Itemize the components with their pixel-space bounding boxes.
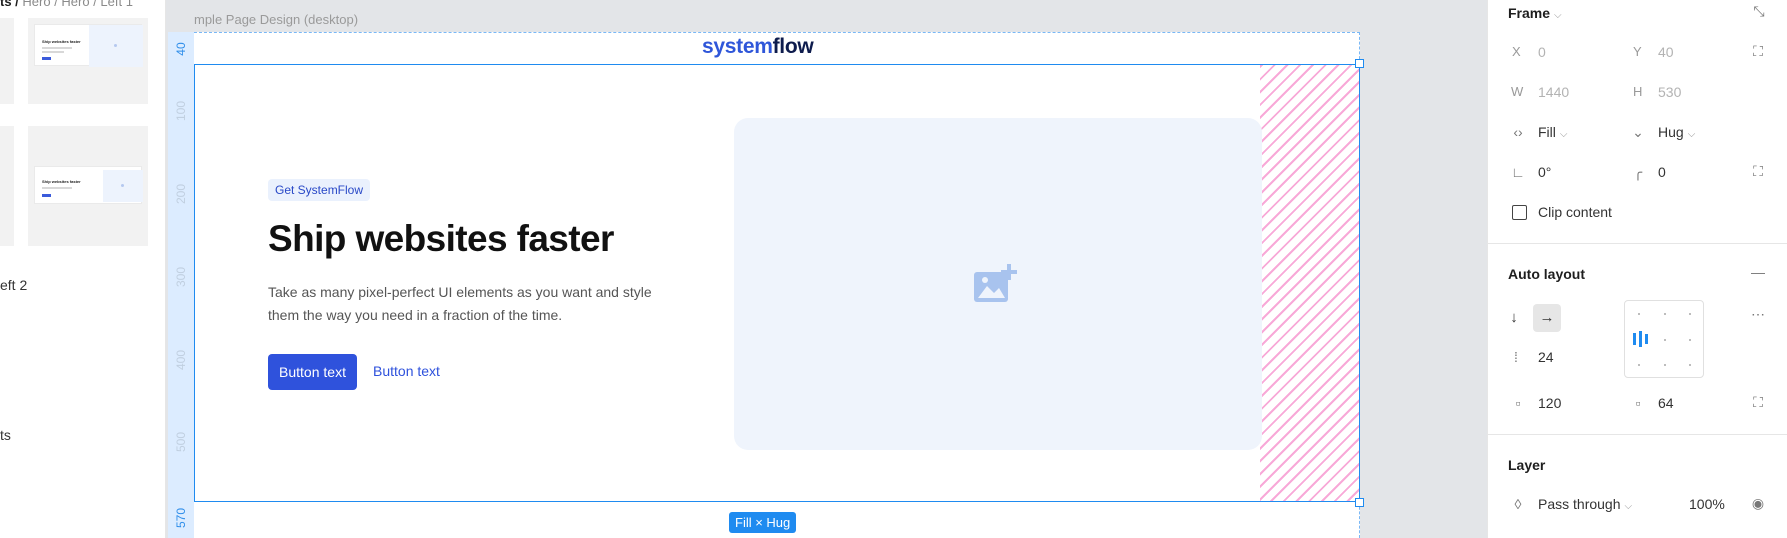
chevron-down-icon: ⌵ bbox=[1554, 10, 1562, 21]
corner-radius-input[interactable]: 0 bbox=[1658, 164, 1666, 180]
absolute-position-icon[interactable]: ⛶ bbox=[1750, 43, 1766, 60]
asset-item-label[interactable]: eft 2 bbox=[0, 277, 27, 293]
y-input[interactable]: 40 bbox=[1658, 44, 1674, 60]
asset-item-label[interactable]: ts bbox=[0, 427, 11, 443]
height-resize-icon: ⌄ bbox=[1632, 124, 1644, 140]
height-mode-dropdown[interactable]: Hug ⌵ bbox=[1658, 124, 1695, 140]
y-label: Y bbox=[1633, 44, 1642, 59]
blend-mode-icon: ◊ bbox=[1514, 496, 1522, 512]
corner-radius-icon: ╭ bbox=[1633, 164, 1643, 180]
w-label: W bbox=[1511, 84, 1524, 99]
independent-corners-icon[interactable]: ⛶ bbox=[1750, 163, 1766, 180]
rotation-input[interactable]: 0° bbox=[1538, 164, 1551, 180]
image-placeholder[interactable] bbox=[734, 118, 1262, 450]
breadcrumb-current[interactable]: ts / bbox=[0, 0, 19, 9]
thumbnail-line bbox=[42, 51, 64, 53]
ruler-tick: 500 bbox=[174, 431, 188, 452]
primary-button[interactable]: Button text bbox=[268, 354, 357, 390]
horizontal-padding-input[interactable]: 120 bbox=[1538, 395, 1561, 411]
thumbnail-line bbox=[42, 47, 72, 49]
vertical-padding-input[interactable]: 64 bbox=[1658, 395, 1674, 411]
properties-panel: Frame ⌵ ⤡ X 0 Y 40 ⛶ W 1440 H 530 ‹› Fill… bbox=[1487, 0, 1787, 538]
thumbnail-image bbox=[103, 170, 143, 202]
ruler-tick: 300 bbox=[174, 266, 188, 287]
thumbnail-line bbox=[42, 187, 72, 189]
vertical-direction-button[interactable]: ↓ bbox=[1500, 304, 1528, 332]
component-thumbnail[interactable] bbox=[0, 18, 14, 104]
vertical-ruler: 40 100 200 300 400 500 570 bbox=[168, 32, 194, 538]
chevron-down-icon: ⌵ bbox=[1687, 129, 1696, 140]
logo-text-system: system bbox=[702, 35, 773, 58]
width-resize-icon: ‹› bbox=[1513, 124, 1523, 140]
gap-input[interactable]: 24 bbox=[1538, 349, 1554, 365]
thumbnail-image bbox=[89, 25, 143, 67]
logo-text-flow: flow bbox=[772, 35, 814, 58]
h-input[interactable]: 530 bbox=[1658, 84, 1681, 100]
frame-section: Frame ⌵ ⤡ X 0 Y 40 ⛶ W 1440 H 530 ‹› Fill… bbox=[1488, 0, 1787, 244]
layer-section: Layer ◊ Pass through ⌵ 100% ◉ bbox=[1488, 435, 1787, 538]
component-thumbnail[interactable] bbox=[0, 126, 14, 246]
size-tag: Fill × Hug bbox=[729, 512, 797, 533]
thumbnail-title: Ship websites faster bbox=[42, 179, 81, 184]
eye-icon[interactable]: ◉ bbox=[1750, 495, 1766, 512]
ruler-tick: 400 bbox=[174, 349, 188, 370]
frame-name-label[interactable]: mple Page Design (desktop) bbox=[194, 12, 358, 27]
assets-panel: ts / Hero / Hero / Left 1 Ship websites … bbox=[0, 0, 166, 538]
hero-badge[interactable]: Get SystemFlow bbox=[268, 179, 371, 201]
breadcrumb: ts / Hero / Hero / Left 1 bbox=[0, 0, 133, 9]
clip-content-label: Clip content bbox=[1538, 204, 1612, 220]
component-thumbnail-hero-left-1[interactable]: Ship websites faster bbox=[28, 18, 148, 104]
chevron-down-icon: ⌵ bbox=[1624, 501, 1633, 512]
alignment-grid[interactable] bbox=[1624, 300, 1704, 378]
alignment-indicator bbox=[1633, 331, 1650, 347]
x-label: X bbox=[1512, 44, 1521, 59]
h-label: H bbox=[1633, 84, 1643, 99]
clip-content-checkbox[interactable] bbox=[1512, 205, 1527, 220]
ruler-tick: 200 bbox=[174, 183, 188, 204]
opacity-input[interactable]: 100% bbox=[1689, 496, 1725, 512]
ruler-tick: 570 bbox=[174, 507, 188, 528]
gap-icon: ⁞ bbox=[1514, 349, 1518, 365]
chevron-down-icon: ⌵ bbox=[1559, 129, 1568, 140]
thumbnail-button bbox=[42, 57, 51, 60]
w-input[interactable]: 1440 bbox=[1538, 84, 1569, 100]
frame-title[interactable]: Frame ⌵ bbox=[1508, 5, 1562, 21]
hero-subtext[interactable]: Take as many pixel-perfect UI elements a… bbox=[268, 281, 668, 327]
x-input[interactable]: 0 bbox=[1538, 44, 1546, 60]
add-image-icon bbox=[974, 264, 1017, 302]
resize-handle-bottom-right[interactable] bbox=[1355, 498, 1364, 507]
layer-title: Layer bbox=[1508, 457, 1546, 473]
more-options-icon[interactable]: ⋯ bbox=[1750, 306, 1766, 323]
systemflow-logo[interactable]: systemflow bbox=[702, 35, 814, 59]
individual-padding-icon[interactable]: ⛶ bbox=[1750, 394, 1766, 411]
thumbnail-title: Ship websites faster bbox=[42, 39, 81, 44]
resize-handle-top-right[interactable] bbox=[1355, 59, 1364, 68]
secondary-button[interactable]: Button text bbox=[373, 363, 440, 379]
horizontal-padding-icon: ▫ bbox=[1515, 395, 1521, 411]
auto-layout-title: Auto layout bbox=[1508, 266, 1585, 282]
remove-auto-layout-icon[interactable]: — bbox=[1750, 264, 1766, 280]
horizontal-direction-button[interactable]: → bbox=[1533, 304, 1561, 332]
vertical-padding-icon: ▫ bbox=[1635, 395, 1641, 411]
ruler-tick: 40 bbox=[174, 42, 188, 56]
width-mode-dropdown[interactable]: Fill ⌵ bbox=[1538, 124, 1567, 140]
hero-frame-selected[interactable]: Get SystemFlow Ship websites faster Take… bbox=[194, 64, 1360, 502]
thumbnail-button bbox=[42, 194, 51, 197]
collapse-icon[interactable]: ⤡ bbox=[1751, 3, 1767, 20]
component-thumbnail-hero-left-2[interactable]: Ship websites faster bbox=[28, 126, 148, 246]
ruler-tick: 100 bbox=[174, 100, 188, 121]
blend-mode-dropdown[interactable]: Pass through ⌵ bbox=[1538, 496, 1632, 512]
thumbnail-preview: Ship websites faster bbox=[34, 166, 143, 204]
hero-headline[interactable]: Ship websites faster bbox=[268, 218, 614, 260]
thumbnail-preview: Ship websites faster bbox=[34, 24, 143, 67]
rotation-icon: ∟ bbox=[1511, 164, 1525, 180]
breadcrumb-path[interactable]: Hero / Hero / Left 1 bbox=[19, 0, 133, 9]
padding-indicator bbox=[1260, 65, 1359, 501]
